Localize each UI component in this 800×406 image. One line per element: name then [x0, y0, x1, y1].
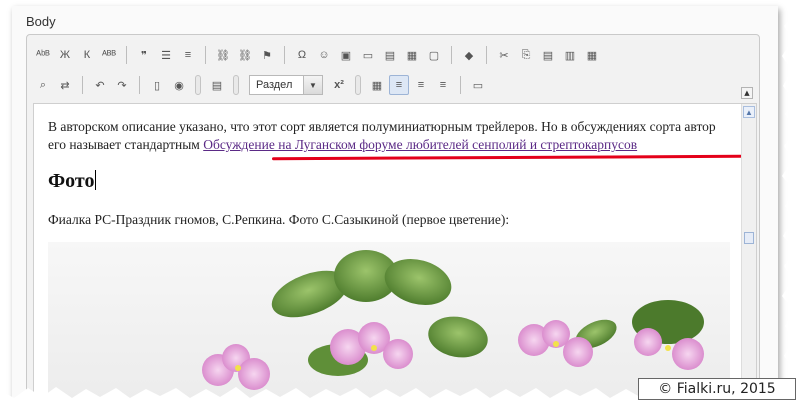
violet-photo — [48, 242, 730, 400]
unlink-icon[interactable]: ⛓ — [235, 45, 255, 65]
forum-discussion-link[interactable]: Обсуждение на Луганском форуме любителей… — [203, 137, 637, 152]
toolbar-row-2: ⌕ ⇄ ↶ ↷ ▯ ◉ ▤ Раздел ▼ x² ▦ ≡ ≡ ≡ ▭ — [33, 73, 488, 97]
special-char-icon[interactable]: Ω — [292, 45, 312, 65]
toolbar-separator — [284, 46, 285, 64]
vertical-scrollbar[interactable]: ▲ — [741, 104, 756, 400]
paste-text-icon[interactable]: ▥ — [560, 45, 580, 65]
violet-photo-illustration — [202, 250, 704, 390]
collapse-toolbar-icon[interactable]: ▲ — [741, 87, 753, 99]
redo-icon[interactable]: ↷ — [112, 75, 132, 95]
blockquote-icon[interactable]: ❞ — [134, 45, 154, 65]
align-left-icon[interactable]: ≡ — [389, 75, 409, 95]
horizontal-rule-icon[interactable]: ▭ — [468, 75, 488, 95]
toolbar-separator — [126, 46, 127, 64]
toolbar-separator — [486, 46, 487, 64]
photo-caption: Фиалка РС-Праздник гномов, С.Репкина. Фо… — [48, 212, 510, 227]
rich-text-editor: ᴬᵇᴮ Ж Кᴬᴮᴮ ❞ ☰ ≡ ⛓ ⛓ ⚑ Ω ☺ ▣ ▭ ▤ ▦ ▢ ◆ ✂ ⎘ ▤ ▥ ▦ ⌕ ⇄ ↶ ↷ ▯ ◉ … — [26, 34, 760, 401]
image-icon[interactable]: ▣ — [336, 45, 356, 65]
bold-icon[interactable]: Ж — [55, 45, 75, 65]
table-icon[interactable]: ▦ — [402, 45, 422, 65]
strikethrough-icon[interactable]: ᴬᴮᴮ — [99, 45, 119, 65]
bulleted-list-icon[interactable]: ☰ — [156, 45, 176, 65]
undo-icon[interactable]: ↶ — [90, 75, 110, 95]
folder-icon[interactable]: ▭ — [358, 45, 378, 65]
scroll-up-icon[interactable]: ▲ — [743, 106, 755, 118]
toolbar-separator — [139, 76, 140, 94]
chevron-down-icon[interactable]: ▼ — [303, 76, 322, 94]
align-right-icon[interactable]: ≡ — [433, 75, 453, 95]
screenshot-frame: Body ᴬᵇᴮ Ж Кᴬᴮᴮ ❞ ☰ ≡ ⛓ ⛓ ⚑ Ω ☺ ▣ ▭ ▤ ▦ ▢ ◆ ✂ ⎘ ▤ ▥ ▦ ⌕ ⇄ ↶ ↷… — [12, 6, 778, 401]
toolbar-group-divider — [195, 75, 201, 95]
toolbar-group-divider — [233, 75, 239, 95]
format-select-value: Раздел — [256, 79, 293, 91]
show-blocks-icon[interactable]: ◉ — [169, 75, 189, 95]
toolbar-group-divider — [355, 75, 361, 95]
torn-edge-right — [782, 0, 800, 406]
replace-icon[interactable]: ⇄ — [55, 75, 75, 95]
red-underline-annotation — [271, 154, 743, 161]
smiley-icon[interactable]: ☺ — [314, 45, 334, 65]
preview-icon[interactable]: ▯ — [147, 75, 167, 95]
italic-icon[interactable]: К — [77, 45, 97, 65]
spellcheck-icon[interactable]: ᴬᵇᴮ — [33, 45, 53, 65]
toolbar-separator — [82, 76, 83, 94]
media-icon[interactable]: ▤ — [380, 45, 400, 65]
copyright-watermark: © Fialki.ru, 2015 — [638, 378, 796, 400]
paste-icon[interactable]: ▤ — [538, 45, 558, 65]
content-paragraph: В авторском описание указано, что этот с… — [48, 118, 718, 154]
eraser-icon[interactable]: ◆ — [459, 45, 479, 65]
cut-icon[interactable]: ✂ — [494, 45, 514, 65]
body-field-label: Body — [26, 14, 56, 29]
format-select[interactable]: Раздел ▼ — [249, 75, 323, 95]
text-caret — [95, 170, 97, 190]
anchor-icon[interactable]: ⚑ — [257, 45, 277, 65]
find-icon[interactable]: ⌕ — [33, 75, 53, 95]
copy-icon[interactable]: ⎘ — [516, 45, 536, 65]
table-icon[interactable]: ▦ — [367, 75, 387, 95]
template-icon[interactable]: ▤ — [207, 75, 227, 95]
editor-content-area[interactable]: В авторском описание указано, что этот с… — [33, 103, 757, 401]
superscript-icon[interactable]: x² — [329, 75, 349, 95]
link-icon[interactable]: ⛓ — [213, 45, 233, 65]
toolbar-separator — [451, 46, 452, 64]
fullscreen-icon[interactable]: ▢ — [424, 45, 444, 65]
align-center-icon[interactable]: ≡ — [411, 75, 431, 95]
scrollbar-thumb[interactable] — [744, 232, 754, 244]
content-heading: Фото — [48, 170, 97, 193]
paste-word-icon[interactable]: ▦ — [582, 45, 602, 65]
toolbar-separator — [460, 76, 461, 94]
toolbar-row-1: ᴬᵇᴮ Ж Кᴬᴮᴮ ❞ ☰ ≡ ⛓ ⛓ ⚑ Ω ☺ ▣ ▭ ▤ ▦ ▢ ◆ ✂ ⎘ ▤ ▥ ▦ — [33, 43, 602, 67]
heading-text: Фото — [48, 170, 95, 192]
numbered-list-icon[interactable]: ≡ — [178, 45, 198, 65]
toolbar-separator — [205, 46, 206, 64]
